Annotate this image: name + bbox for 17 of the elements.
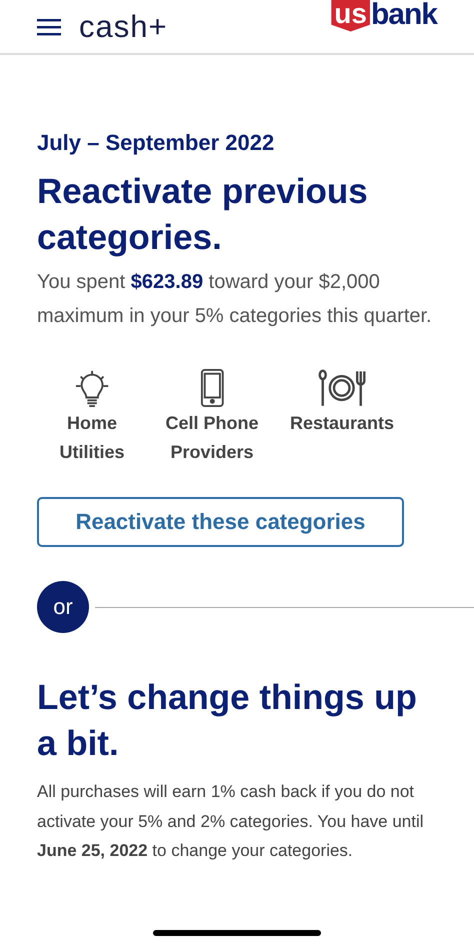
lightbulb-icon: [74, 369, 110, 407]
note-text: All purchases will earn 1% cash back if you do not activate your 5% and 2% categories. You have until June 25, 2022 to change your categories.: [37, 781, 425, 862]
plate-utensils-icon: [318, 369, 366, 407]
menu-icon[interactable]: [37, 18, 61, 36]
heading: Let’s change things up a bit.: [37, 677, 418, 765]
summary-text: You spent $623.89 toward your $2,000 maximum in your 5% categories this quarter.: [37, 270, 433, 329]
logo-text: bank: [370, 0, 437, 32]
app-name: cash+: [79, 8, 168, 44]
category-label: Restaurants: [288, 412, 396, 435]
period-label: July – September 2022: [37, 130, 276, 156]
logo-badge: us: [331, 0, 370, 32]
reactivate-button[interactable]: Reactivate these categories: [37, 497, 404, 547]
category-label: Home Utilities: [58, 412, 126, 464]
phone-icon: [200, 369, 224, 407]
category-label: Cell Phone Providers: [164, 412, 260, 464]
heading: Reactivate previous categories.: [37, 171, 369, 259]
or-badge: or: [37, 581, 89, 633]
